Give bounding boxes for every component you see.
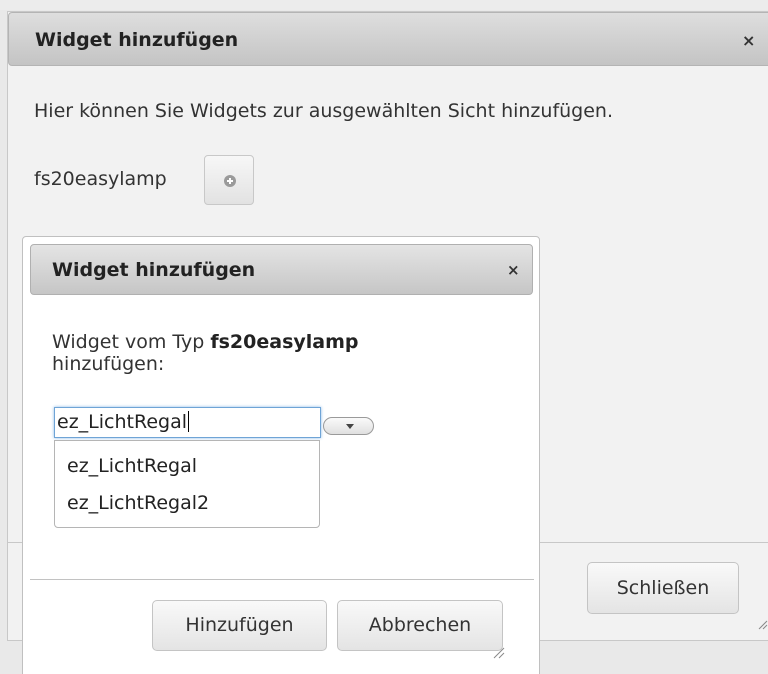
prompt-prefix: Widget vom Typ — [52, 331, 211, 353]
inner-dialog: Widget hinzufügen × Widget vom Typ fs20e… — [22, 236, 540, 674]
combobox-toggle-button[interactable] — [323, 417, 374, 435]
triangle-down-icon — [346, 424, 354, 429]
outer-dialog-description: Hier können Sie Widgets zur ausgewählten… — [34, 100, 614, 122]
widget-type-label: fs20easylamp — [34, 168, 167, 190]
widget-name-combobox-input[interactable]: ez_LichtRegal — [54, 407, 321, 438]
resize-grip-icon[interactable] — [491, 645, 505, 659]
close-button[interactable]: Schließen — [587, 562, 739, 614]
combobox-value: ez_LichtRegal — [57, 411, 187, 433]
resize-grip-icon[interactable] — [756, 618, 768, 630]
dropdown-option[interactable]: ez_LichtRegal2 — [67, 492, 209, 514]
inner-dialog-prompt: Widget vom Typ fs20easylamp hinzufügen: — [52, 331, 482, 375]
dropdown-option[interactable]: ez_LichtRegal — [67, 455, 197, 477]
text-caret — [188, 411, 189, 432]
combobox-dropdown-list: ez_LichtRegal ez_LichtRegal2 — [54, 440, 320, 528]
add-button[interactable]: Hinzufügen — [152, 600, 327, 651]
prompt-suffix: hinzufügen: — [52, 353, 165, 375]
inner-dialog-titlebar[interactable]: Widget hinzufügen × — [30, 244, 533, 295]
cancel-button[interactable]: Abbrechen — [337, 600, 503, 651]
add-widget-button[interactable] — [204, 155, 254, 205]
plus-circle-icon — [224, 175, 236, 187]
prompt-widget-type: fs20easylamp — [210, 331, 359, 353]
outer-close-icon[interactable]: × — [742, 31, 755, 50]
inner-dialog-title: Widget hinzufügen — [52, 259, 256, 281]
inner-dialog-divider — [30, 579, 534, 580]
outer-dialog-title: Widget hinzufügen — [35, 29, 239, 51]
background-strip — [0, 0, 768, 10]
inner-close-icon[interactable]: × — [507, 261, 520, 279]
outer-dialog-titlebar[interactable]: Widget hinzufügen × — [8, 12, 768, 66]
